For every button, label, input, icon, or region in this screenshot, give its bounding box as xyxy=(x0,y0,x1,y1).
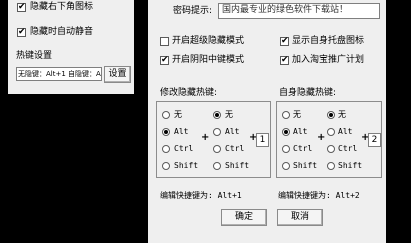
modify-col1-shift-radio[interactable] xyxy=(162,162,170,170)
self-col1-none-label: 无 xyxy=(293,110,301,119)
self-col2-alt-radio[interactable] xyxy=(327,128,335,136)
modify-col2-shift-radio[interactable] xyxy=(213,162,221,170)
modify-col1-ctrl-radio[interactable] xyxy=(162,145,170,153)
modify-col1-alt-radio[interactable] xyxy=(162,128,170,136)
auto-mute-label: 隐藏时自动静音 xyxy=(30,27,94,37)
self-col1-shift-radio[interactable] xyxy=(282,162,290,170)
modify-col2-none-radio[interactable] xyxy=(213,111,221,119)
modify-col1-alt-label: Alt xyxy=(174,127,189,136)
self-col1-none-radio[interactable] xyxy=(282,111,290,119)
settings-button[interactable]: 设置 xyxy=(104,66,131,83)
self-hotkey-group: 无 Alt Ctrl Shift + 无 Alt Ctrl Shift + 2 xyxy=(276,101,382,178)
modify-col2-shift-label: Shift xyxy=(225,161,250,170)
modify-plus-1: + xyxy=(201,132,210,143)
modify-col1-shift-label: Shift xyxy=(174,161,199,170)
modify-col1-none-label: 无 xyxy=(174,110,182,119)
password-hint-input[interactable]: 国内最专业的绿色软件下载站！ xyxy=(218,3,380,19)
middle-click-mode-checkbox[interactable] xyxy=(160,54,169,66)
middle-click-mode-label: 开启阴阳中键模式 xyxy=(172,55,245,65)
self-col1-ctrl-label: Ctrl xyxy=(293,144,313,153)
self-plus-1: + xyxy=(317,132,326,143)
modify-hotkey-summary: 编辑快捷键为: Alt+1 xyxy=(160,191,242,200)
modify-hotkey-key-input[interactable]: 1 xyxy=(256,133,269,147)
modify-col2-ctrl-radio[interactable] xyxy=(213,145,221,153)
password-hint-value: 国内最专业的绿色软件下载站！ xyxy=(222,5,349,15)
modify-col1-none-radio[interactable] xyxy=(162,111,170,119)
self-hotkey-summary: 编辑快捷键为: Alt+2 xyxy=(278,191,360,200)
modify-hotkey-key-value: 1 xyxy=(259,135,266,145)
self-col2-alt-label: Alt xyxy=(338,127,353,136)
main-settings-panel: 密码提示: 国内最专业的绿色软件下载站！ 开启超级隐藏模式 显示自身托盘图标 开… xyxy=(148,0,386,243)
hotkey-settings-label: 热键设置 xyxy=(16,51,53,61)
self-col2-shift-label: Shift xyxy=(338,161,363,170)
super-hide-mode-label: 开启超级隐藏模式 xyxy=(172,36,245,46)
self-col2-none-label: 无 xyxy=(338,110,346,119)
hide-tray-icon-checkbox[interactable] xyxy=(17,1,26,13)
self-col1-alt-label: Alt xyxy=(293,127,308,136)
modify-col2-ctrl-label: Ctrl xyxy=(225,144,245,153)
show-tray-icon-checkbox[interactable] xyxy=(280,35,289,47)
password-hint-label: 密码提示: xyxy=(173,6,213,16)
cancel-button[interactable]: 取消 xyxy=(277,209,323,226)
hotkey-display-value: 无隐键：Alt+1 自隐键：A xyxy=(18,70,101,78)
self-hotkey-key-value: 2 xyxy=(371,135,378,145)
taobao-promo-label: 加入淘宝推广计划 xyxy=(292,55,365,65)
self-hotkey-title: 自身隐藏热键: xyxy=(279,88,337,98)
modify-col2-alt-label: Alt xyxy=(225,127,240,136)
hide-tray-icon-label: 隐藏右下角图标 xyxy=(30,2,94,12)
modify-hotkey-title: 修改隐藏热键: xyxy=(160,88,218,98)
modify-col2-alt-radio[interactable] xyxy=(213,128,221,136)
show-tray-icon-label: 显示自身托盘图标 xyxy=(292,36,365,46)
self-col2-shift-radio[interactable] xyxy=(327,162,335,170)
self-col1-shift-label: Shift xyxy=(293,161,318,170)
ok-button[interactable]: 确定 xyxy=(221,209,267,226)
hotkey-display-field[interactable]: 无隐键：Alt+1 自隐键：A xyxy=(16,67,102,81)
left-settings-panel: 隐藏右下角图标 隐藏时自动静音 热键设置 无隐键：Alt+1 自隐键：A 设置 xyxy=(8,0,134,94)
self-col1-alt-radio[interactable] xyxy=(282,128,290,136)
modify-hotkey-group: 无 Alt Ctrl Shift + 无 Alt Ctrl Shift + 1 xyxy=(156,101,271,178)
modify-col2-none-label: 无 xyxy=(225,110,233,119)
self-col2-none-radio[interactable] xyxy=(327,111,335,119)
self-hotkey-key-input[interactable]: 2 xyxy=(368,133,381,147)
auto-mute-checkbox[interactable] xyxy=(17,26,26,38)
modify-col1-ctrl-label: Ctrl xyxy=(174,144,194,153)
self-col2-ctrl-radio[interactable] xyxy=(327,145,335,153)
self-col1-ctrl-radio[interactable] xyxy=(282,145,290,153)
taobao-promo-checkbox[interactable] xyxy=(280,54,289,66)
super-hide-mode-checkbox[interactable] xyxy=(160,37,169,46)
self-col2-ctrl-label: Ctrl xyxy=(338,144,358,153)
